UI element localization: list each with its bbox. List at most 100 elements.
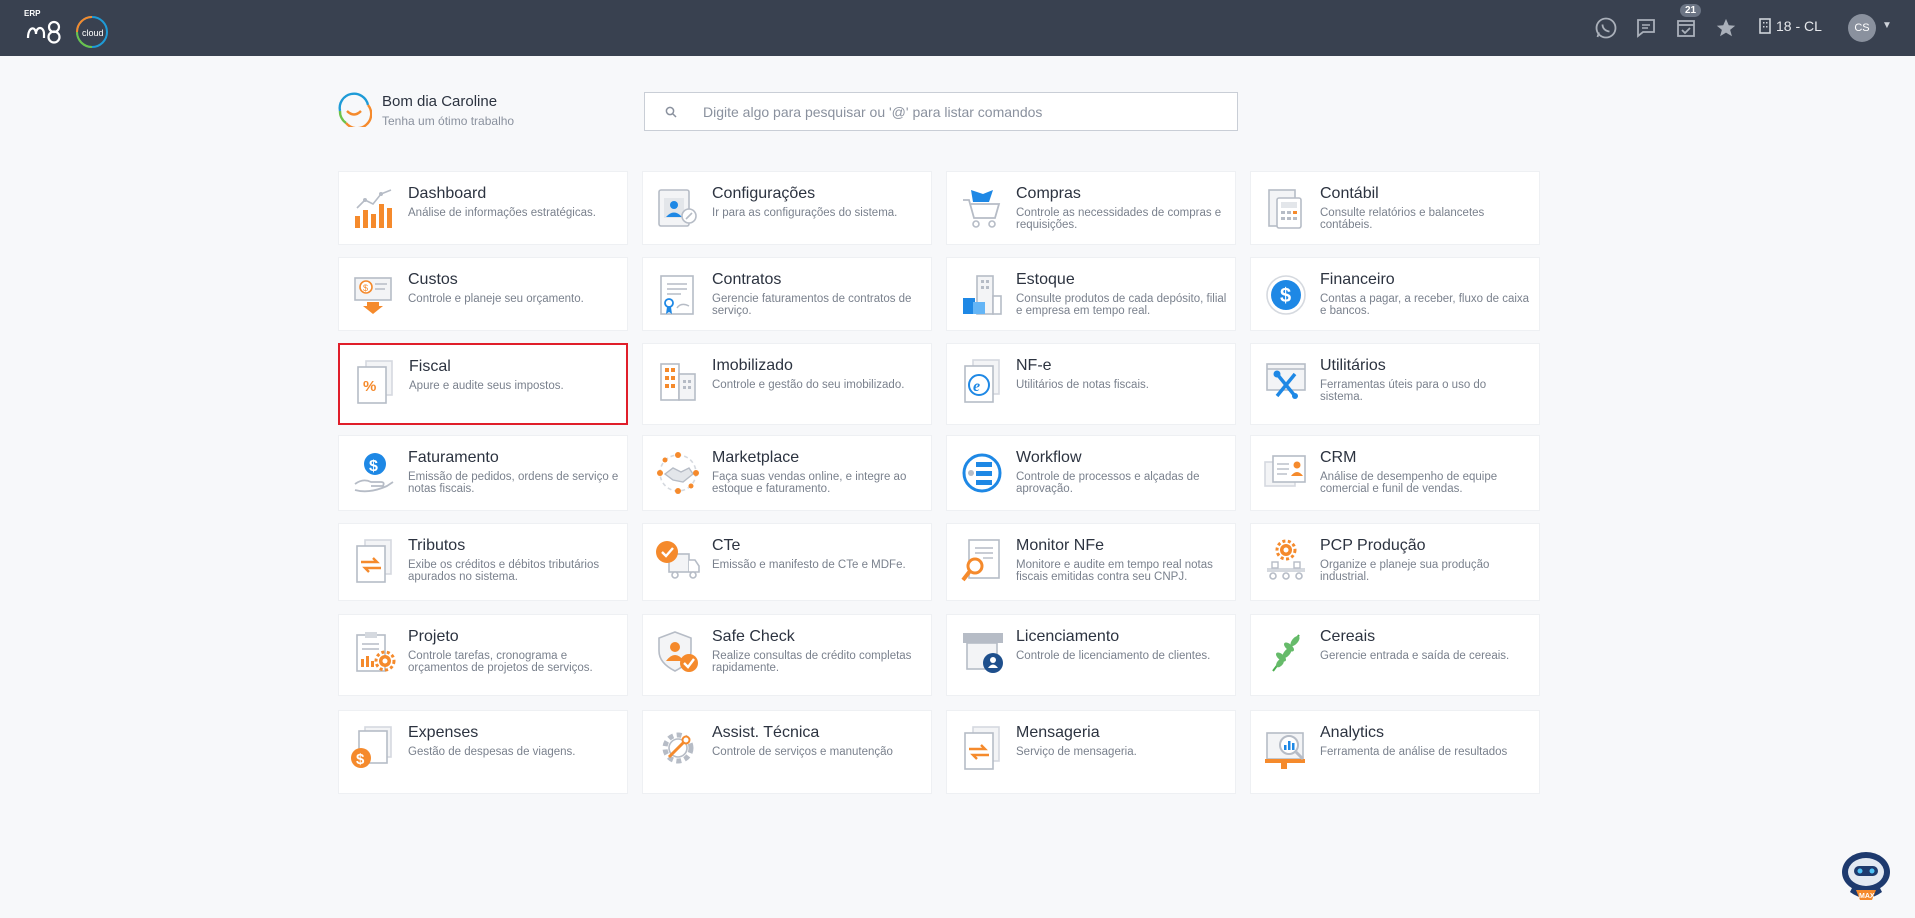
company-selector[interactable]: 18 - CL	[1758, 18, 1822, 34]
greeting-logo-icon	[338, 92, 372, 127]
stock-icon	[963, 275, 1002, 315]
module-card-expenses[interactable]: $ Expenses Gestão de despesas de viagens…	[338, 710, 628, 794]
module-description: Apure e audite seus impostos.	[409, 380, 564, 392]
module-description: Emissão de pedidos, ordens de serviço e …	[408, 471, 619, 495]
module-title: NF-e	[1016, 357, 1052, 374]
m8-cloud-logo[interactable]: ERP cloud	[22, 8, 114, 48]
module-card-licenciamento[interactable]: Licenciamento Controle de licenciamento …	[946, 614, 1236, 696]
module-description: Realize consultas de crédito completas r…	[712, 650, 912, 674]
chat-icon[interactable]	[1632, 14, 1660, 42]
top-bar: ERP cloud 21 18 - CL CS ▼	[0, 0, 1915, 56]
module-description: Contas a pagar, a receber, fluxo de caix…	[1320, 293, 1530, 317]
module-card-financeiro[interactable]: $ Financeiro Contas a pagar, a receber, …	[1250, 257, 1540, 331]
percent-document-icon: %	[357, 360, 393, 404]
svg-text:%: %	[363, 378, 376, 395]
message-document-icon	[964, 726, 1000, 770]
calendar-check-icon[interactable]	[1672, 14, 1700, 42]
module-card-estoque[interactable]: Estoque Consulte produtos de cada depósi…	[946, 257, 1236, 331]
chevron-down-icon[interactable]: ▼	[1882, 20, 1892, 31]
dashboard-icon	[355, 189, 392, 228]
costs-icon: $	[354, 277, 392, 314]
module-card-custos[interactable]: $ Custos Controle e planeje seu orçament…	[338, 257, 628, 331]
max-assistant-robot-icon[interactable]: MAX	[1836, 846, 1896, 906]
contract-icon	[660, 275, 694, 315]
module-title: Cereais	[1320, 628, 1376, 645]
module-description: Emissão e manifesto de CTe e MDFe.	[712, 559, 906, 571]
module-description: Gerencie faturamentos de contratos de se…	[712, 293, 912, 317]
module-title: Imobilizado	[712, 357, 793, 374]
module-description: Ir para as configurações do sistema.	[712, 207, 898, 219]
module-title: Analytics	[1320, 724, 1385, 741]
star-icon[interactable]	[1712, 14, 1740, 42]
module-description: Ferramenta de análise de resultados	[1320, 746, 1508, 758]
module-title: Custos	[408, 271, 458, 288]
module-card-workflow[interactable]: Workflow Controle de processos e alçadas…	[946, 435, 1236, 511]
module-card-imobilizado[interactable]: Imobilizado Controle e gestão do seu imo…	[642, 343, 932, 425]
module-card-dashboard[interactable]: Dashboard Análise de informações estraté…	[338, 171, 628, 245]
module-title: Licenciamento	[1016, 628, 1120, 645]
module-card-pcp-producao[interactable]: PCP Produção Organize e planeje sua prod…	[1250, 523, 1540, 601]
module-title: Expenses	[408, 724, 479, 741]
module-description: Controle e planeje seu orçamento.	[408, 293, 584, 305]
module-card-assist-tecnica[interactable]: Assist. Técnica Controle de serviços e m…	[642, 710, 932, 794]
crm-icon	[1264, 455, 1306, 487]
module-description: Controle de licenciamento de clientes.	[1016, 650, 1211, 662]
module-title: Mensageria	[1016, 724, 1100, 741]
exchange-document-icon	[356, 539, 392, 583]
module-card-analytics[interactable]: Analytics Ferramenta de análise de resul…	[1250, 710, 1540, 794]
production-gear-icon	[1267, 539, 1305, 580]
module-card-marketplace[interactable]: Marketplace Faça suas vendas online, e i…	[642, 435, 932, 511]
module-title: Financeiro	[1320, 271, 1395, 288]
module-card-monitor-nfe[interactable]: Monitor NFe Monitore e audite em tempo r…	[946, 523, 1236, 601]
handshake-icon	[657, 452, 699, 494]
cart-icon	[963, 190, 1001, 228]
module-description: Gestão de despesas de viagens.	[408, 746, 576, 758]
command-search-box[interactable]	[644, 92, 1238, 131]
module-description: Utilitários de notas fiscais.	[1016, 379, 1149, 391]
module-card-contratos[interactable]: Contratos Gerencie faturamentos de contr…	[642, 257, 932, 331]
module-title: Utilitários	[1320, 357, 1386, 374]
module-title: Dashboard	[408, 185, 487, 202]
module-card-nfe[interactable]: e NF-e Utilitários de notas fiscais.	[946, 343, 1236, 425]
module-description: Análise de informações estratégicas.	[408, 207, 596, 219]
module-title: CRM	[1320, 449, 1357, 466]
module-description: Serviço de mensageria.	[1016, 746, 1137, 758]
module-card-configuracoes[interactable]: Configurações Ir para as configurações d…	[642, 171, 932, 245]
module-description: Organize e planeje sua produção industri…	[1320, 559, 1490, 583]
svg-text:$: $	[1280, 285, 1291, 307]
module-card-faturamento[interactable]: $ Faturamento Emissão de pedidos, ordens…	[338, 435, 628, 511]
module-card-crm[interactable]: CRM Análise de desempenho de equipe come…	[1250, 435, 1540, 511]
notifications-badge: 21	[1680, 4, 1702, 17]
building-icon	[660, 363, 696, 401]
module-card-contabil[interactable]: Contábil Consulte relatórios e balancete…	[1250, 171, 1540, 245]
module-card-utilitarios[interactable]: Utilitários Ferramentas úteis para o uso…	[1250, 343, 1540, 425]
billing-hand-icon: $	[354, 453, 394, 493]
module-title: PCP Produção	[1320, 537, 1426, 554]
user-avatar[interactable]: CS	[1848, 14, 1876, 42]
module-card-safe-check[interactable]: Safe Check Realize consultas de crédito …	[642, 614, 932, 696]
module-description: Monitore e audite em tempo real notas fi…	[1016, 559, 1213, 583]
building-small-icon	[1759, 18, 1771, 34]
module-title: Marketplace	[712, 449, 800, 466]
module-title: Estoque	[1016, 271, 1075, 288]
module-description: Consulte relatórios e balancetes contábe…	[1320, 207, 1485, 231]
greeting-subtitle: Tenha um ótimo trabalho	[382, 114, 515, 128]
module-card-tributos[interactable]: Tributos Exibe os créditos e débitos tri…	[338, 523, 628, 601]
svg-text:cloud: cloud	[82, 28, 104, 38]
module-card-mensageria[interactable]: Mensageria Serviço de mensageria.	[946, 710, 1236, 794]
tools-icon	[1266, 363, 1306, 399]
whatsapp-icon[interactable]	[1592, 14, 1620, 42]
module-description: Controle de serviços e manutenção	[712, 746, 893, 758]
module-card-cereais[interactable]: Cereais Gerencie entrada e saída de cere…	[1250, 614, 1540, 696]
module-description: Controle de processos e alçadas de aprov…	[1016, 471, 1200, 495]
analytics-icon	[1265, 732, 1305, 769]
module-title: Configurações	[712, 185, 816, 202]
module-card-fiscal[interactable]: % Fiscal Apure e audite seus impostos.	[338, 343, 628, 425]
module-title: Compras	[1016, 185, 1081, 202]
module-title: Monitor NFe	[1016, 537, 1105, 554]
search-input[interactable]	[703, 103, 1203, 120]
module-card-compras[interactable]: Compras Controle as necessidades de comp…	[946, 171, 1236, 245]
module-card-projeto[interactable]: Projeto Controle tarefas, cronograma e o…	[338, 614, 628, 696]
assistant-label: MAX	[1859, 893, 1875, 900]
module-card-cte[interactable]: CTe Emissão e manifesto de CTe e MDFe.	[642, 523, 932, 601]
